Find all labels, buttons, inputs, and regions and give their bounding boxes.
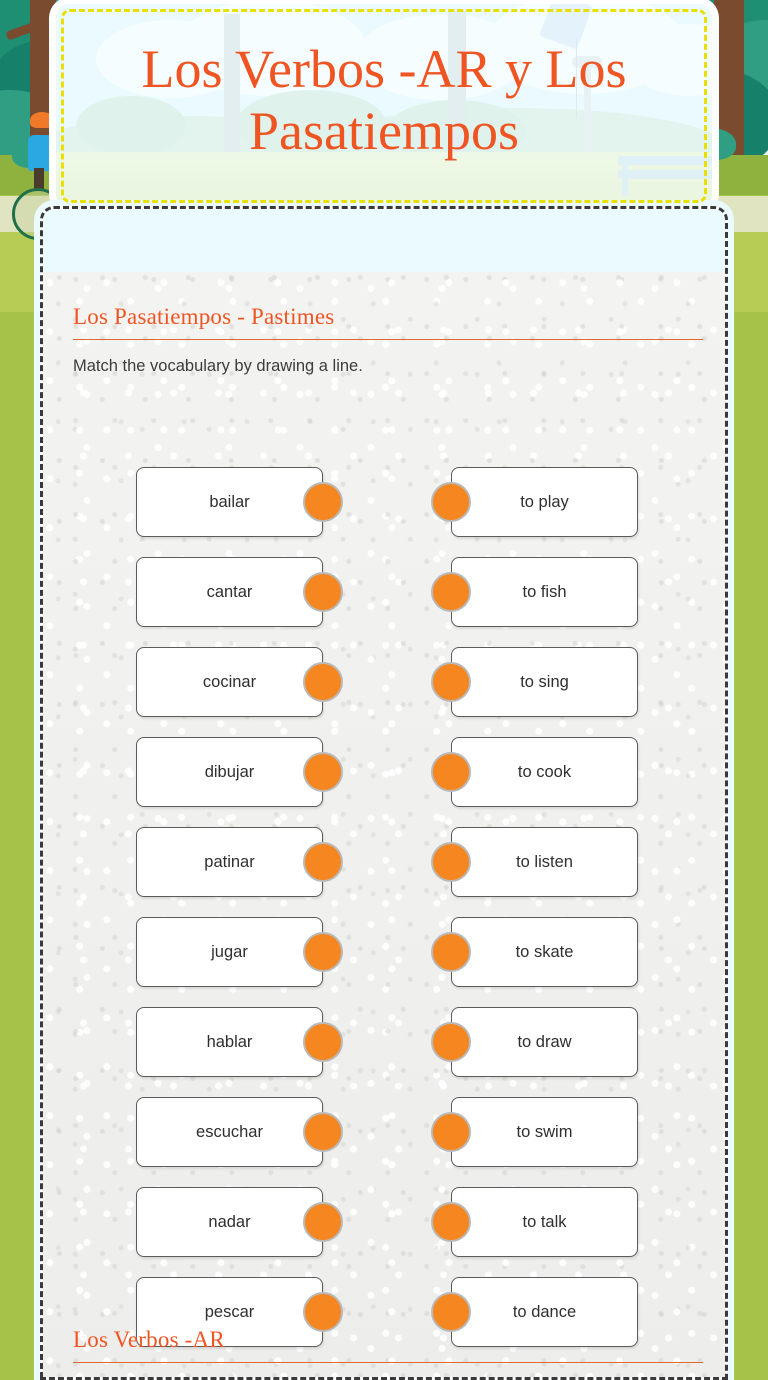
match-connector-dot-left[interactable]	[303, 842, 343, 882]
match-row: patinar to listen	[73, 827, 703, 897]
park-bench	[618, 170, 712, 179]
match-term-box[interactable]: dibujar	[136, 737, 323, 807]
worksheet-title-card: Los Verbos -AR y Los Pasatiempos	[56, 4, 712, 208]
match-connector-dot-left[interactable]	[303, 1022, 343, 1062]
match-term-box[interactable]: cocinar	[136, 647, 323, 717]
section-heading: Los Pasatiempos - Pastimes	[73, 304, 703, 340]
match-definition-box[interactable]: to swim	[451, 1097, 638, 1167]
match-definition-box[interactable]: to sing	[451, 647, 638, 717]
match-connector-dot-right[interactable]	[431, 1112, 471, 1152]
match-row: hablar to draw	[73, 1007, 703, 1077]
match-connector-dot-left[interactable]	[303, 572, 343, 612]
section-instruction: Match the vocabulary by drawing a line.	[73, 357, 363, 375]
park-bench-leg	[622, 164, 628, 196]
match-connector-dot-right[interactable]	[431, 752, 471, 792]
match-connector-dot-right[interactable]	[431, 932, 471, 972]
match-connector-dot-right[interactable]	[431, 1292, 471, 1332]
matching-exercise-list: bailar to play cantar to fish cocinar to sing…	[73, 467, 703, 1367]
cyclist-legs	[34, 168, 44, 190]
match-row: nadar to talk	[73, 1187, 703, 1257]
match-connector-dot-right[interactable]	[431, 662, 471, 702]
match-definition-box[interactable]: to talk	[451, 1187, 638, 1257]
worksheet-content-panel: Los Pasatiempos - Pastimes Match the voc…	[40, 206, 728, 1380]
match-connector-dot-left[interactable]	[303, 662, 343, 702]
match-definition-box[interactable]: to listen	[451, 827, 638, 897]
match-definition-box[interactable]: to skate	[451, 917, 638, 987]
section-heading: Los Verbos -AR	[73, 1327, 703, 1363]
match-connector-dot-left[interactable]	[303, 482, 343, 522]
match-term-box[interactable]: patinar	[136, 827, 323, 897]
match-definition-box[interactable]: to draw	[451, 1007, 638, 1077]
match-connector-dot-right[interactable]	[431, 572, 471, 612]
match-connector-dot-right[interactable]	[431, 482, 471, 522]
match-definition-box[interactable]: to cook	[451, 737, 638, 807]
match-row: cantar to fish	[73, 557, 703, 627]
match-row: dibujar to cook	[73, 737, 703, 807]
match-connector-dot-left[interactable]	[303, 932, 343, 972]
match-term-box[interactable]: jugar	[136, 917, 323, 987]
match-row: jugar to skate	[73, 917, 703, 987]
match-connector-dot-right[interactable]	[431, 1022, 471, 1062]
match-connector-dot-left[interactable]	[303, 752, 343, 792]
section-pastimes: Los Pasatiempos - Pastimes Match the voc…	[73, 304, 703, 1347]
match-term-box[interactable]: cantar	[136, 557, 323, 627]
match-term-box[interactable]: escuchar	[136, 1097, 323, 1167]
match-definition-box[interactable]: to play	[451, 467, 638, 537]
cyclist-hat	[30, 112, 54, 128]
match-term-box[interactable]: nadar	[136, 1187, 323, 1257]
match-term-box[interactable]: bailar	[136, 467, 323, 537]
match-connector-dot-left[interactable]	[303, 1112, 343, 1152]
match-row: bailar to play	[73, 467, 703, 537]
match-row: escuchar to swim	[73, 1097, 703, 1167]
section-verbos-ar: Los Verbos -AR	[73, 1327, 703, 1363]
page-title: Los Verbos -AR y Los Pasatiempos	[141, 39, 627, 161]
panel-top-strip	[43, 209, 725, 272]
cyclist-body	[28, 135, 54, 171]
match-term-box[interactable]: hablar	[136, 1007, 323, 1077]
match-connector-dot-left[interactable]	[303, 1202, 343, 1242]
match-row: cocinar to sing	[73, 647, 703, 717]
match-connector-dot-right[interactable]	[431, 842, 471, 882]
match-definition-box[interactable]: to fish	[451, 557, 638, 627]
match-connector-dot-right[interactable]	[431, 1202, 471, 1242]
match-connector-dot-left[interactable]	[303, 1292, 343, 1332]
